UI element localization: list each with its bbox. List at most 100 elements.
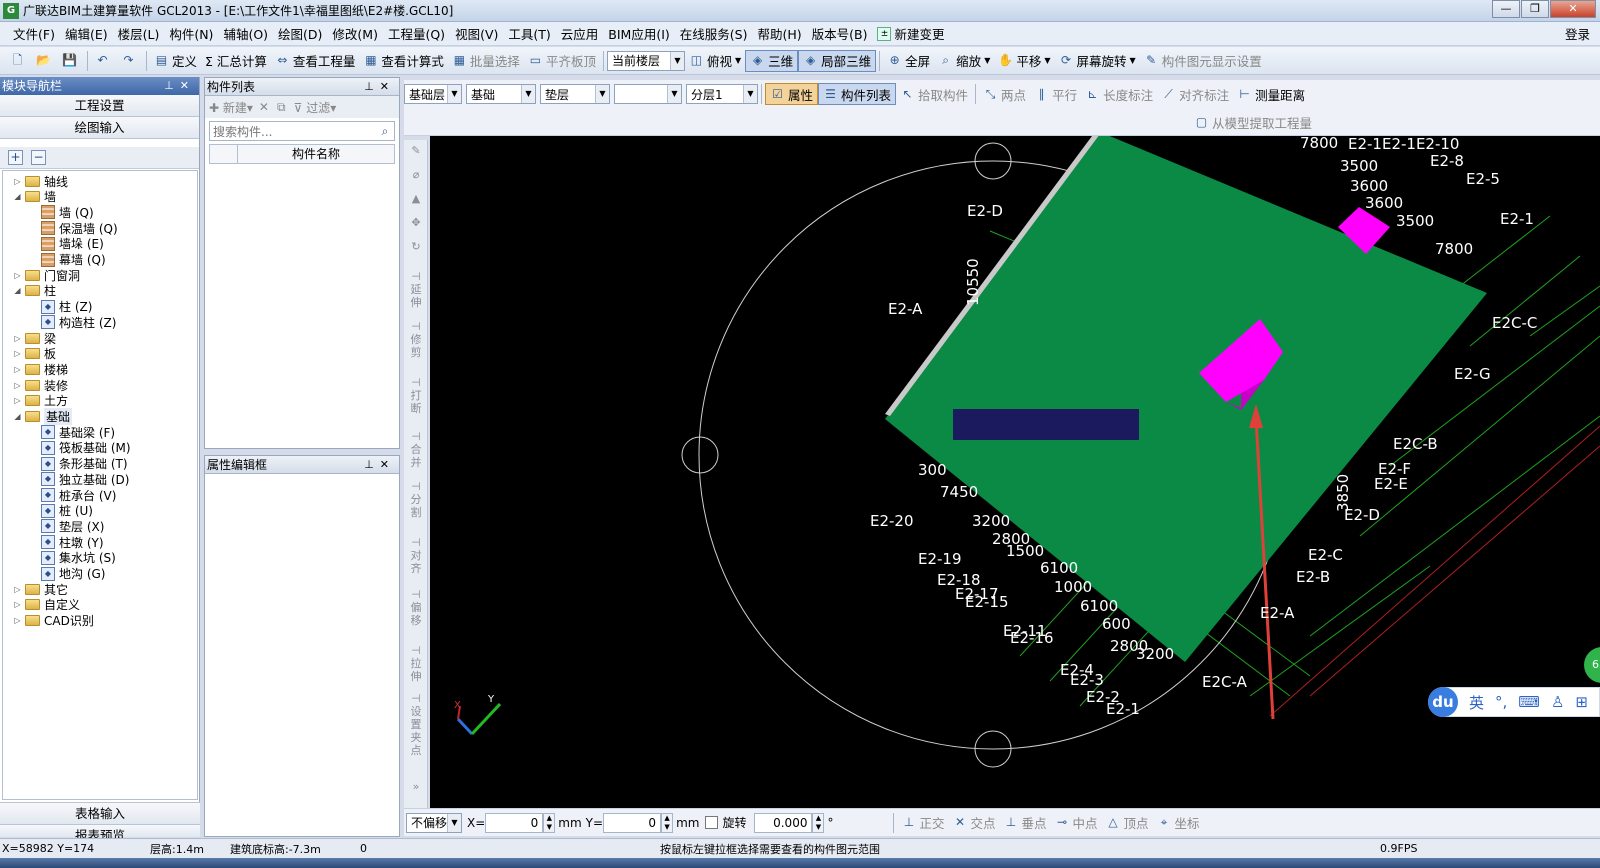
ime-lang-toggle[interactable]: 英 bbox=[1469, 692, 1484, 713]
pin-icon[interactable]: ⊥✕ bbox=[364, 456, 395, 473]
pin-icon[interactable]: ⊥✕ bbox=[164, 77, 195, 95]
menu-version[interactable]: 版本号(B) bbox=[807, 24, 873, 43]
tree-leaf-item[interactable]: 墙垛 (E) bbox=[41, 236, 104, 252]
component-list-toggle[interactable]: ☰ 构件列表 bbox=[818, 83, 897, 105]
tree-leaf-item[interactable]: ◆ 柱墩 (Y) bbox=[41, 534, 104, 550]
collapsed-arrow-icon[interactable]: ▷ bbox=[13, 271, 22, 280]
align-mark-button[interactable]: ⟋ 对齐标注 bbox=[1157, 83, 1233, 105]
three-d-button[interactable]: ◈ 三维 bbox=[745, 49, 799, 72]
tree-leaf-item[interactable]: ◆ 垫层 (X) bbox=[41, 518, 104, 534]
new-change-button[interactable]: ± 新建变更 bbox=[872, 24, 949, 43]
copy-icon[interactable]: ⧉ bbox=[277, 100, 286, 115]
tree-leaf-item[interactable]: ◆ 桩承台 (V) bbox=[41, 487, 116, 503]
project-settings-button[interactable]: 工程设置 bbox=[0, 95, 199, 117]
x-offset-input[interactable]: 0 bbox=[485, 812, 544, 833]
more-tools-icon[interactable]: » bbox=[406, 780, 426, 793]
y-spinner[interactable]: ▲ ▼ bbox=[661, 812, 674, 833]
coord-snap-button[interactable]: ⌖ 坐标 bbox=[1153, 812, 1204, 834]
tree-leaf-item[interactable]: ◆ 桩 (U) bbox=[41, 503, 93, 519]
tree-folder-item[interactable]: ◢ 基础 bbox=[13, 408, 73, 425]
tree-folder-item[interactable]: ▷ CAD识别 bbox=[13, 613, 93, 629]
offset-combo[interactable]: 不偏移 ▼ bbox=[406, 812, 462, 833]
tree-folder-item[interactable]: ▷ 土方 bbox=[13, 393, 68, 409]
menu-component[interactable]: 构件(N) bbox=[164, 24, 218, 43]
two-points-button[interactable]: ⤡ 两点 bbox=[979, 83, 1030, 105]
tree-leaf-item[interactable]: ◆ 基础梁 (F) bbox=[41, 424, 115, 440]
type-combo[interactable]: 垫层 ▼ bbox=[540, 84, 610, 104]
menu-cloud[interactable]: 云应用 bbox=[556, 24, 604, 43]
menu-modify[interactable]: 修改(M) bbox=[327, 24, 383, 43]
vertex-snap-button[interactable]: △ 顶点 bbox=[1102, 812, 1153, 834]
category-combo[interactable]: 基础 ▼ bbox=[466, 84, 536, 104]
edit-tool-icon[interactable]: ▲ bbox=[406, 192, 426, 205]
search-icon[interactable]: ⌕ bbox=[376, 124, 394, 139]
filter-button[interactable]: ⊽ 过滤▾ bbox=[294, 99, 337, 116]
tree-leaf-item[interactable]: 墙 (Q) bbox=[41, 204, 94, 220]
tree-folder-item[interactable]: ◢ 墙 bbox=[13, 189, 56, 205]
table-input-button[interactable]: 表格输入 bbox=[0, 802, 200, 824]
y-offset-input[interactable]: 0 bbox=[603, 812, 662, 833]
edit-tool-icon[interactable]: ✎ bbox=[406, 144, 426, 157]
display-settings-button[interactable]: ✎ 构件图元显示设置 bbox=[1140, 50, 1266, 72]
collapsed-arrow-icon[interactable]: ▷ bbox=[13, 585, 22, 594]
tree-folder-item[interactable]: ◢ 柱 bbox=[13, 283, 56, 299]
component-combo[interactable]: ▼ bbox=[614, 84, 682, 104]
parallel-button[interactable]: ∥ 平行 bbox=[1030, 83, 1081, 105]
menu-tools[interactable]: 工具(T) bbox=[503, 24, 555, 43]
pin-icon[interactable]: ⊥✕ bbox=[364, 78, 395, 95]
collapsed-arrow-icon[interactable]: ▷ bbox=[13, 600, 22, 609]
x-spinner[interactable]: ▲ ▼ bbox=[543, 812, 556, 833]
pan-button[interactable]: ✋ 平移 ▼ bbox=[994, 50, 1054, 72]
tree-leaf-item[interactable]: ◆ 集水坑 (S) bbox=[41, 550, 116, 566]
keyboard-icon[interactable]: ⌨ bbox=[1518, 693, 1540, 711]
layer-combo[interactable]: 分层1 ▼ bbox=[686, 84, 758, 104]
floor-select[interactable]: 当前楼层 ▼ bbox=[606, 50, 685, 71]
collapsed-arrow-icon[interactable]: ▷ bbox=[13, 334, 22, 343]
tree-leaf-item[interactable]: 保温墙 (Q) bbox=[41, 220, 118, 236]
menu-bim[interactable]: BIM应用(I) bbox=[603, 24, 675, 43]
edit-tool-button[interactable]: ⊣ 拉伸 bbox=[406, 644, 426, 683]
edit-tool-button[interactable]: ⊣ 合并 bbox=[406, 430, 426, 469]
menu-help[interactable]: 帮助(H) bbox=[752, 24, 806, 43]
collapse-all-icon[interactable]: − bbox=[31, 150, 46, 165]
rotate-angle-input[interactable]: 0.000 bbox=[754, 812, 813, 833]
rotate-spinner[interactable]: ▲ ▼ bbox=[812, 812, 825, 833]
login-link[interactable]: 登录 bbox=[1565, 24, 1590, 43]
define-button[interactable]: ▤ 定义 bbox=[150, 50, 201, 72]
edit-tool-button[interactable]: ⊣ 修剪 bbox=[406, 320, 426, 359]
tree-leaf-item[interactable]: ◆ 构造柱 (Z) bbox=[41, 314, 116, 330]
circle-handle-left[interactable] bbox=[681, 436, 719, 474]
menu-quantity[interactable]: 工程量(Q) bbox=[383, 24, 450, 43]
edit-tool-icon[interactable]: ✥ bbox=[406, 216, 426, 229]
tree-folder-item[interactable]: ▷ 轴线 bbox=[13, 173, 68, 189]
expanded-arrow-icon[interactable]: ◢ bbox=[13, 192, 22, 201]
tree-leaf-item[interactable]: ◆ 独立基础 (D) bbox=[41, 471, 129, 487]
ime-toolbar[interactable]: du 英 °, ⌨ ♙ ⊞ bbox=[1428, 687, 1600, 717]
user-icon[interactable]: ♙ bbox=[1551, 693, 1564, 711]
tree-folder-item[interactable]: ▷ 板 bbox=[13, 346, 56, 362]
edit-tool-icon[interactable]: ↻ bbox=[406, 240, 426, 253]
menu-file[interactable]: 文件(F) bbox=[8, 24, 60, 43]
foundation-beam[interactable] bbox=[953, 409, 1139, 440]
menu-draw[interactable]: 绘图(D) bbox=[273, 24, 327, 43]
menu-online[interactable]: 在线服务(S) bbox=[675, 24, 753, 43]
edit-tool-icon[interactable]: ⌀ bbox=[406, 168, 426, 181]
restore-button[interactable]: ❐ bbox=[1521, 0, 1549, 18]
menu-edit[interactable]: 编辑(E) bbox=[60, 24, 113, 43]
save-button[interactable]: 💾 bbox=[58, 50, 84, 72]
tree-leaf-item[interactable]: ◆ 地沟 (G) bbox=[41, 566, 105, 582]
tree-folder-item[interactable]: ▷ 装修 bbox=[13, 377, 68, 393]
drawing-viewport[interactable]: 7800 E2-1E2-1E2-10 3500 E2-8 3600 E2-5 3600 350… bbox=[430, 136, 1600, 808]
view-quantity-button[interactable]: ⇔ 查看工程量 bbox=[271, 50, 360, 72]
new-file-button[interactable]: 🗋 bbox=[6, 50, 32, 72]
perp-snap-button[interactable]: ⊥ 垂点 bbox=[1000, 812, 1051, 834]
ortho-snap-button[interactable]: ⊥ 正交 bbox=[897, 812, 948, 834]
mid-snap-button[interactable]: ⊸ 中点 bbox=[1051, 812, 1102, 834]
tree-leaf-item[interactable]: ◆ 条形基础 (T) bbox=[41, 456, 128, 472]
redo-button[interactable]: ↷ bbox=[117, 50, 143, 72]
length-mark-button[interactable]: ⊾ 长度标注 bbox=[1081, 83, 1157, 105]
grid-menu-icon[interactable]: ⊞ bbox=[1575, 693, 1588, 711]
top-view-button[interactable]: ◫ 俯视 ▼ bbox=[685, 50, 745, 72]
collapsed-arrow-icon[interactable]: ▷ bbox=[13, 616, 22, 625]
punctuation-icon[interactable]: °, bbox=[1495, 693, 1507, 711]
